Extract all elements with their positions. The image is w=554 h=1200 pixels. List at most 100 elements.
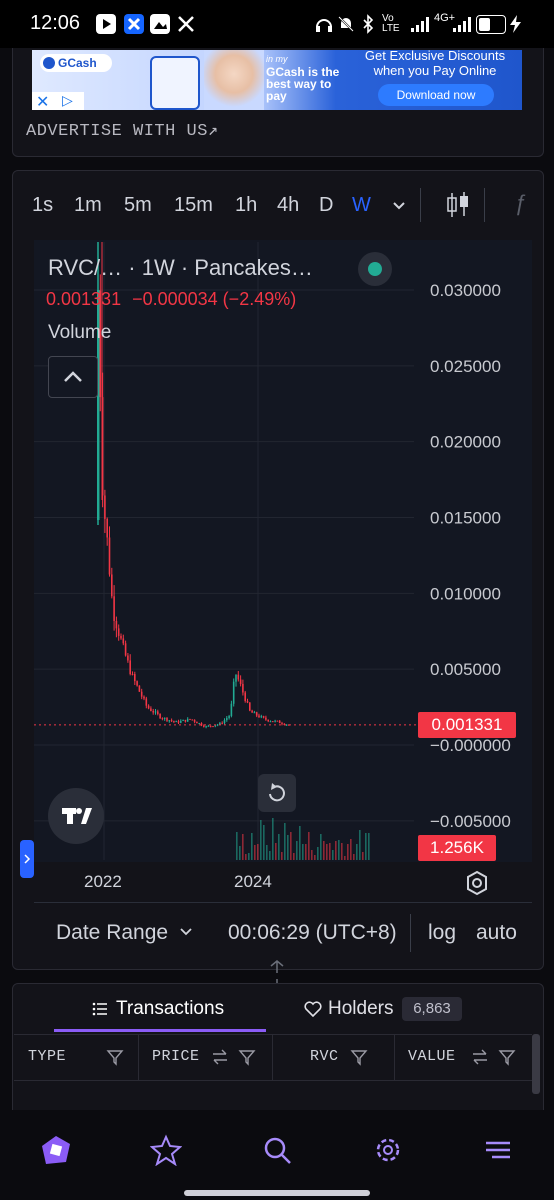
volume-bar <box>305 844 307 860</box>
volume-bar <box>323 841 325 860</box>
col-price: PRICE <box>152 1048 200 1065</box>
candle-body <box>269 721 272 723</box>
active-tab-indicator <box>54 1029 266 1032</box>
candle-body <box>203 725 205 727</box>
tab-transactions[interactable]: Transactions <box>116 998 224 1020</box>
volume-bar <box>356 844 358 860</box>
volume-bar <box>320 834 322 860</box>
filter-icon[interactable] <box>106 1048 124 1071</box>
volume-bar <box>359 830 361 860</box>
candle-body <box>205 726 207 728</box>
col-separator <box>272 1034 273 1080</box>
volume-bar <box>245 854 247 860</box>
candle-body <box>166 717 168 721</box>
volume-bar <box>239 846 241 860</box>
heart-icon <box>304 1001 322 1022</box>
home-indicator[interactable] <box>184 1190 370 1196</box>
settings-gear-icon[interactable] <box>372 1134 404 1166</box>
candle-body <box>182 719 184 721</box>
y-tick-label: 0.025000 <box>430 357 501 376</box>
expand-left-handle[interactable] <box>20 840 34 878</box>
watchlist-star-icon[interactable] <box>149 1134 183 1167</box>
candle-body <box>276 720 279 722</box>
volume-bar <box>272 818 274 860</box>
volume-bar <box>314 855 316 860</box>
candle-body <box>198 723 200 725</box>
volume-bar <box>275 843 277 860</box>
volume-bar <box>263 825 265 860</box>
holders-count-badge: 6,863 <box>402 997 462 1021</box>
volume-bar <box>353 854 355 860</box>
volume-bar <box>266 845 268 860</box>
candle-body <box>111 574 113 597</box>
filter-icon[interactable] <box>498 1048 516 1071</box>
home-logo-icon[interactable] <box>40 1134 72 1166</box>
col-separator <box>138 1034 139 1080</box>
candle-body <box>136 681 138 686</box>
collapse-legend-button[interactable] <box>48 356 98 398</box>
volume-bar <box>293 853 295 860</box>
table-top-border <box>14 1034 532 1035</box>
table-scrollbar[interactable] <box>532 1034 540 1094</box>
market-status-dot <box>368 262 382 276</box>
volume-bar <box>242 834 244 860</box>
candle-body <box>235 674 237 682</box>
candle-body <box>184 719 187 722</box>
volume-bar <box>335 841 337 860</box>
candle-body <box>239 679 242 684</box>
x-tick-2024: 2024 <box>234 872 272 891</box>
reset-chart-button[interactable] <box>258 774 296 812</box>
candle-body <box>226 718 228 721</box>
candle-body <box>216 724 219 726</box>
chart-settings-icon[interactable] <box>462 868 492 898</box>
tradingview-logo-icon[interactable] <box>48 788 104 844</box>
search-icon[interactable] <box>261 1134 293 1166</box>
candle-body <box>255 712 258 716</box>
candle-body <box>129 660 131 675</box>
candle-body <box>260 716 263 718</box>
candle-body <box>251 710 253 713</box>
volume-bar <box>329 843 331 860</box>
volume-bar <box>350 839 352 860</box>
auto-scale-button[interactable]: auto <box>476 921 517 945</box>
volume-bar <box>281 852 283 860</box>
candle-body <box>281 723 283 725</box>
candle-body <box>104 495 106 519</box>
chart-footer-divider <box>34 902 532 903</box>
candle-body <box>145 698 148 706</box>
swap-icon[interactable] <box>470 1048 490 1071</box>
volume-bar <box>365 833 367 860</box>
date-range-button[interactable]: Date Range <box>56 921 194 945</box>
candle-body <box>253 712 256 714</box>
col-separator <box>394 1034 395 1080</box>
volume-bar <box>284 823 286 860</box>
volume-bar <box>332 850 334 860</box>
filter-icon[interactable] <box>238 1048 256 1071</box>
swap-icon[interactable] <box>210 1048 230 1071</box>
menu-icon[interactable] <box>482 1134 514 1166</box>
tab-holders[interactable]: Holders <box>328 998 393 1020</box>
legend-change: −0.000034 (−2.49%) <box>132 289 297 309</box>
y-tick-label: 0.010000 <box>430 584 501 603</box>
footer-divider <box>410 914 411 952</box>
price-chart[interactable]: 0.030000 0.025000 0.020000 0.015000 0.010000… <box>0 0 554 900</box>
volume-bar <box>344 856 346 860</box>
candle-body <box>168 720 171 722</box>
filter-icon[interactable] <box>350 1048 368 1071</box>
volume-bar <box>269 851 271 860</box>
volume-bar <box>251 833 253 860</box>
volume-bar <box>317 847 319 860</box>
x-tick-2022: 2022 <box>84 872 122 891</box>
candle-body <box>230 703 233 717</box>
candle-body <box>173 720 175 722</box>
volume-bar <box>338 840 340 860</box>
col-type: TYPE <box>28 1048 67 1065</box>
log-scale-button[interactable]: log <box>428 921 456 945</box>
candle-body <box>265 717 267 720</box>
candle-body <box>274 720 276 722</box>
candle-body <box>122 638 125 644</box>
legend-price-change: 0.001331 −0.000034 (−2.49%) <box>46 289 296 310</box>
y-tick-label: 0.015000 <box>430 509 501 528</box>
col-value: VALUE <box>408 1048 456 1065</box>
chart-clock[interactable]: 00:06:29 (UTC+8) <box>228 921 397 945</box>
